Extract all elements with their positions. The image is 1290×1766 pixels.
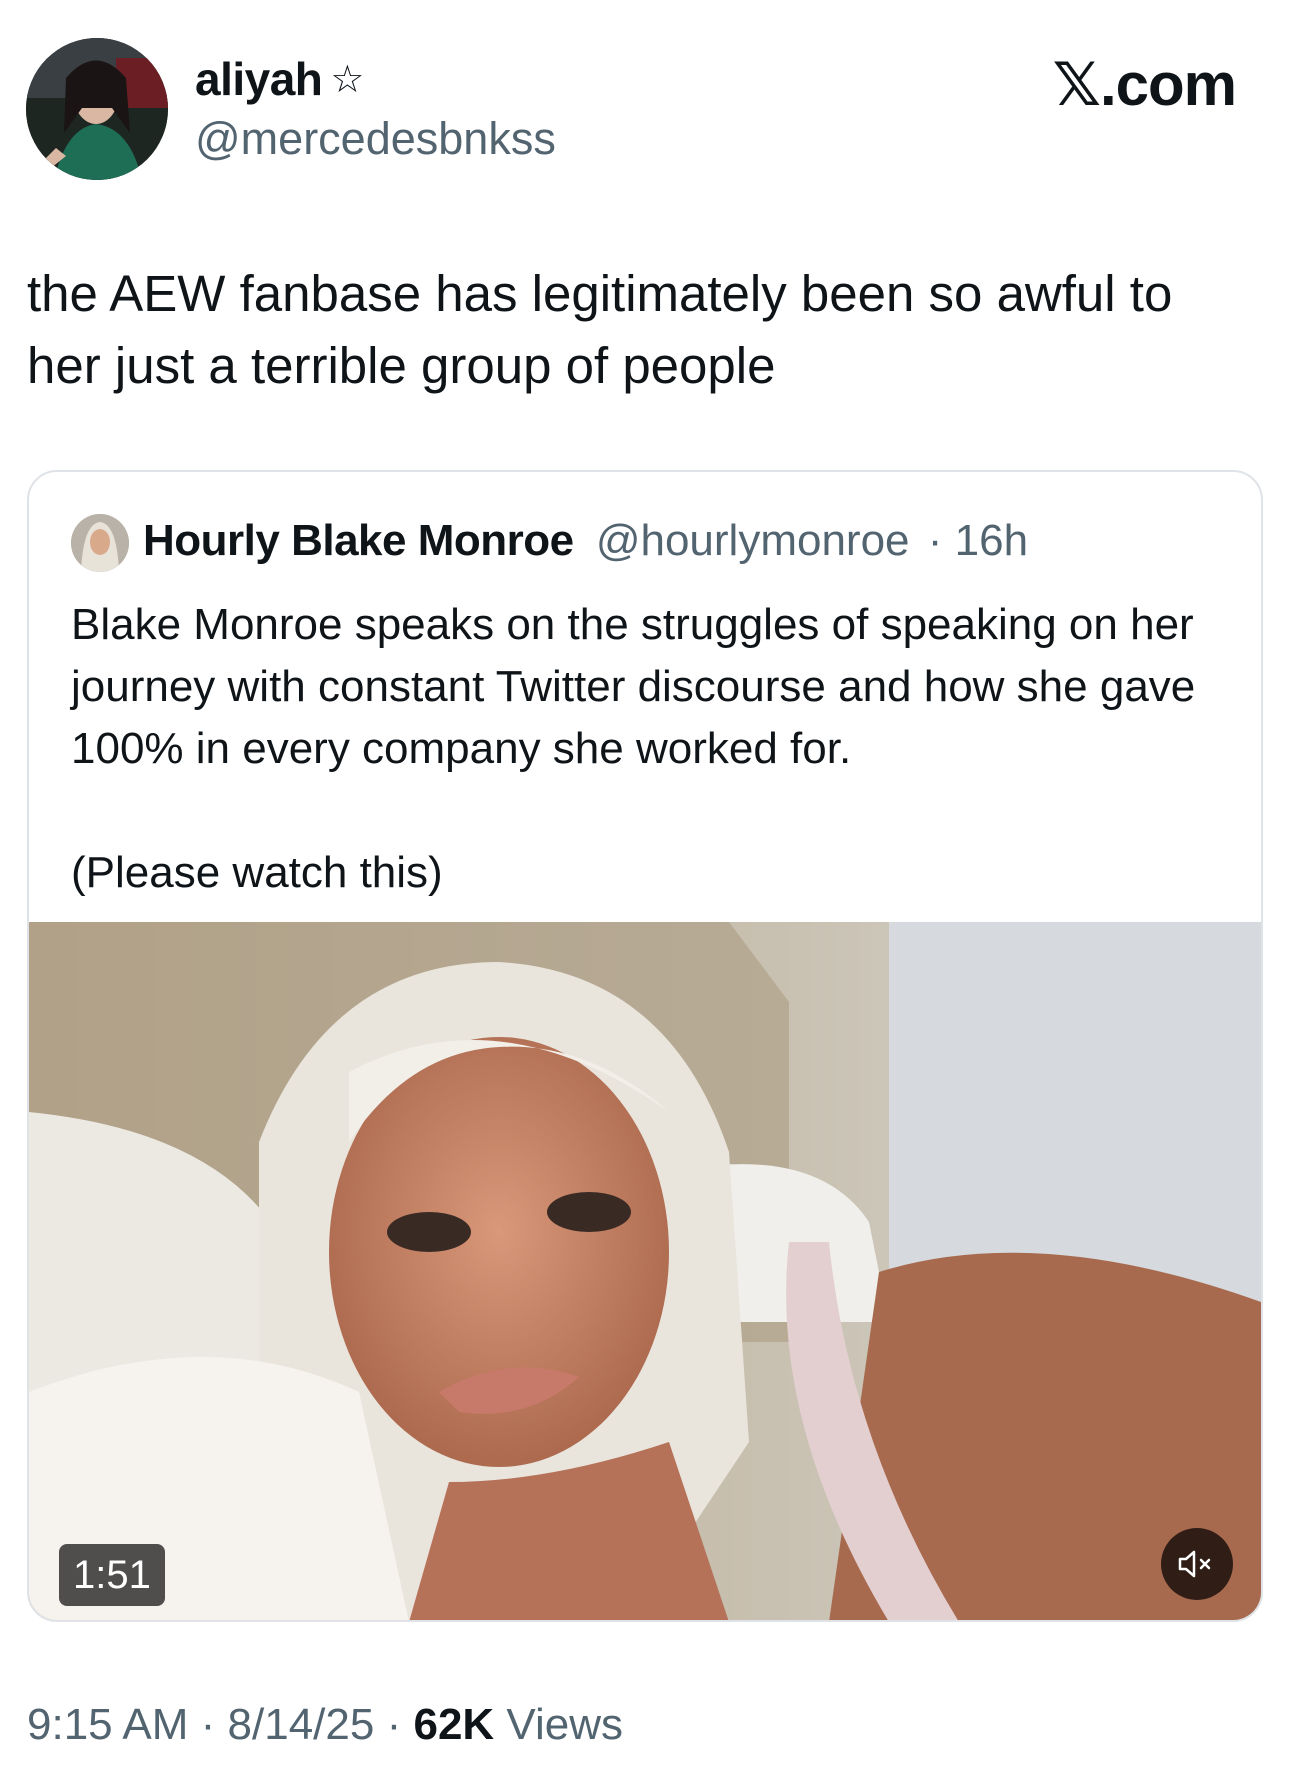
quoted-author-name[interactable]: Hourly Blake Monroe (143, 516, 574, 565)
quoted-header: Hourly Blake Monroe @hourlymonroe · 16h (143, 516, 1028, 566)
quoted-tweet-card[interactable]: Hourly Blake Monroe @hourlymonroe · 16h … (27, 470, 1263, 1622)
tweet-text: the AEW fanbase has legitimately been so… (27, 265, 1173, 394)
quoted-author-handle[interactable]: @hourlymonroe (596, 516, 910, 565)
tweet-date[interactable]: 8/14/25 (228, 1700, 375, 1749)
views-count: 62K (413, 1700, 495, 1749)
quoted-author-avatar[interactable] (71, 514, 129, 572)
quoted-timestamp[interactable]: · 16h (928, 516, 1028, 565)
video-player[interactable]: 1:51 (29, 922, 1261, 1620)
mute-button[interactable] (1161, 1528, 1233, 1600)
separator: · (374, 1700, 414, 1749)
author-avatar-image (26, 38, 168, 180)
tweet-time[interactable]: 9:15 AM (27, 1700, 188, 1749)
quoted-text-paragraph-1: Blake Monroe speaks on the struggles of … (71, 600, 1196, 773)
views-label: Views (506, 1700, 623, 1749)
tweet-metadata: 9:15 AM · 8/14/25 · 62K Views (27, 1700, 623, 1750)
author-handle[interactable]: @mercedesbnkss (195, 113, 556, 165)
quoted-avatar-image (71, 514, 129, 572)
separator: · (188, 1700, 228, 1749)
speaker-muted-icon (1178, 1550, 1211, 1578)
quoted-text: Blake Monroe speaks on the struggles of … (71, 594, 1231, 904)
star-icon: ☆ (330, 59, 364, 101)
quoted-text-paragraph-2: (Please watch this) (71, 848, 443, 897)
video-thumbnail (29, 922, 1261, 1620)
author-name[interactable]: aliyah ☆ (195, 52, 364, 106)
author-avatar[interactable] (26, 38, 168, 180)
x-logo: 𝕏.com (1052, 51, 1237, 118)
video-duration: 1:51 (59, 1544, 165, 1606)
author-name-text: aliyah (195, 53, 323, 105)
